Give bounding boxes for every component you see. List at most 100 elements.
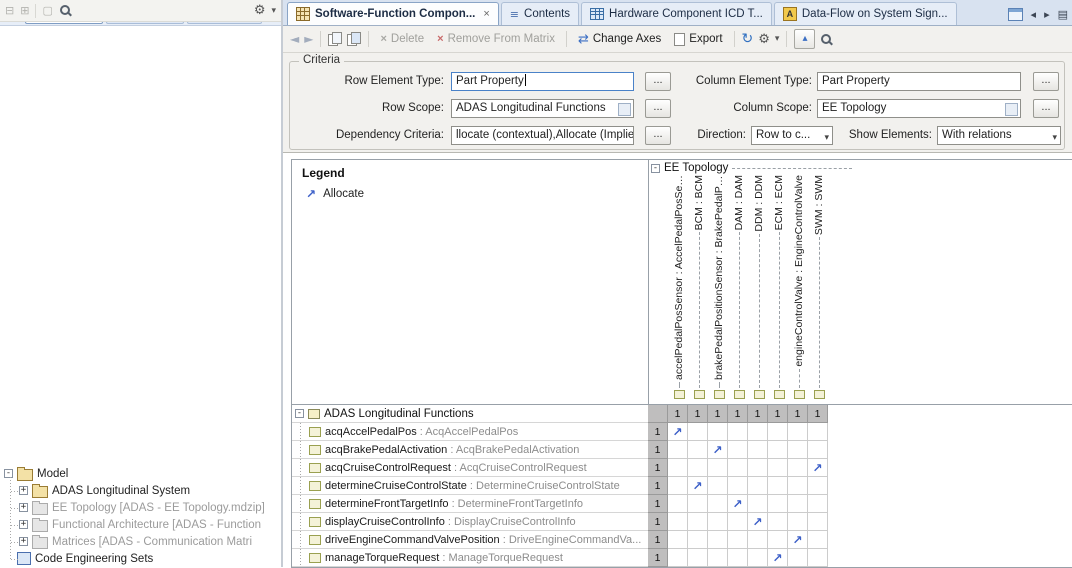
matrix-cell[interactable] [808, 441, 828, 459]
matrix-cell[interactable]: ↗ [748, 513, 768, 531]
row-element-type-input[interactable]: Part Property [451, 72, 634, 91]
matrix-cell[interactable] [708, 423, 728, 441]
matrix-column-header[interactable]: accelPedalPosSensor : AccelPedalPosSenso… [669, 175, 689, 402]
tree-item[interactable]: +ADAS Longitudinal System [0, 482, 281, 499]
search-icon[interactable] [59, 4, 72, 17]
remove-from-matrix-button[interactable]: × Remove From Matrix [433, 31, 559, 47]
matrix-row-label[interactable]: acqBrakePedalActivation : AcqBrakePedalA… [292, 441, 648, 459]
tree-item[interactable]: +EE Topology [ADAS - EE Topology.mdzip] [0, 499, 281, 516]
copy-icon[interactable] [328, 32, 342, 46]
tree-expander-icon[interactable]: + [19, 486, 28, 495]
matrix-cell[interactable] [708, 549, 728, 567]
matrix-cell[interactable] [808, 477, 828, 495]
matrix-cell[interactable]: ↗ [728, 495, 748, 513]
export-button[interactable]: Export [670, 31, 726, 48]
matrix-cell[interactable] [748, 423, 768, 441]
matrix-cell[interactable] [768, 477, 788, 495]
matrix-cell[interactable] [728, 423, 748, 441]
document-tab-hardware-icd-table[interactable]: Hardware Component ICD T... [581, 2, 772, 25]
matrix-cell[interactable] [788, 549, 808, 567]
matrix-cell[interactable] [728, 549, 748, 567]
matrix-cell[interactable] [748, 495, 768, 513]
matrix-column-header[interactable]: DDM : DDM [749, 175, 769, 402]
matrix-cell[interactable] [808, 423, 828, 441]
matrix-cell[interactable] [788, 513, 808, 531]
matrix-cell[interactable] [788, 495, 808, 513]
column-group-label[interactable]: EE Topology [664, 162, 728, 174]
matrix-cell[interactable] [668, 513, 688, 531]
forward-icon[interactable]: ► [304, 33, 313, 45]
matrix-cell[interactable] [788, 477, 808, 495]
matrix-cell[interactable] [748, 477, 768, 495]
matrix-cell[interactable] [688, 531, 708, 549]
delete-button[interactable]: × Delete [376, 31, 428, 47]
row-group-expander-icon[interactable]: - [295, 409, 304, 418]
scroll-tabs-right-icon[interactable]: ▸ [1044, 9, 1050, 20]
tree-expander-icon[interactable]: + [19, 520, 28, 529]
collapse-criteria-button[interactable]: ▴ [794, 29, 815, 49]
tab-list-icon[interactable]: ▤ [1058, 9, 1068, 20]
matrix-cell[interactable] [668, 441, 688, 459]
document-tab-software-function-matrix[interactable]: Software-Function Compon...× [287, 2, 499, 25]
matrix-column-header[interactable]: engineControlValve : EngineControlValve [789, 175, 809, 402]
matrix-cell[interactable] [788, 423, 808, 441]
scroll-tabs-left-icon[interactable]: ◂ [1031, 9, 1037, 20]
close-tab-icon[interactable]: × [483, 8, 489, 20]
document-tab-data-flow[interactable]: AData-Flow on System Sign... [774, 2, 957, 25]
matrix-cell[interactable]: ↗ [808, 459, 828, 477]
matrix-cell[interactable] [668, 531, 688, 549]
matrix-cell[interactable] [688, 513, 708, 531]
open-diagram-icon[interactable]: ▢ [42, 5, 52, 16]
toolbar-gear-caret-icon[interactable]: ▾ [775, 34, 780, 44]
tree-expander-icon[interactable]: + [19, 503, 28, 512]
matrix-row-label[interactable]: acqCruiseControlRequest : AcqCruiseContr… [292, 459, 648, 477]
matrix-cell[interactable] [688, 495, 708, 513]
tree-item[interactable]: -Model [0, 465, 281, 482]
toolbar-search-icon[interactable] [820, 33, 833, 46]
tree-expander-icon[interactable]: + [19, 537, 28, 546]
matrix-cell[interactable]: ↗ [668, 423, 688, 441]
copy-as-image-icon[interactable] [347, 32, 361, 46]
matrix-cell[interactable] [768, 513, 788, 531]
matrix-cell[interactable] [668, 495, 688, 513]
tree-expander-icon[interactable]: - [4, 469, 13, 478]
matrix-row-label[interactable]: manageTorqueRequest : ManageTorqueReques… [292, 549, 648, 567]
tree-item[interactable]: +Matrices [ADAS - Communication Matri [0, 533, 281, 550]
column-scope-input[interactable]: EE Topology [817, 99, 1021, 118]
matrix-cell[interactable] [788, 441, 808, 459]
matrix-cell[interactable] [748, 459, 768, 477]
matrix-cell[interactable] [708, 495, 728, 513]
matrix-column-header[interactable]: BCM : BCM [689, 175, 709, 402]
matrix-cell[interactable] [768, 531, 788, 549]
matrix-cell[interactable] [748, 549, 768, 567]
dependency-criteria-browse-button[interactable]: ... [645, 126, 671, 145]
matrix-cell[interactable] [808, 495, 828, 513]
collapse-all-icon[interactable]: ⊟ [5, 5, 14, 16]
row-scope-browse-button[interactable]: ... [645, 99, 671, 118]
matrix-cell[interactable] [728, 477, 748, 495]
direction-select[interactable]: Row to c...▾ [751, 126, 833, 145]
document-tab-contents[interactable]: ≡Contents [501, 2, 579, 25]
matrix-cell[interactable] [668, 459, 688, 477]
show-elements-select[interactable]: With relations▾ [937, 126, 1061, 145]
matrix-cell[interactable] [728, 441, 748, 459]
matrix-cell[interactable]: ↗ [688, 477, 708, 495]
matrix-cell[interactable] [688, 549, 708, 567]
matrix-cell[interactable] [748, 441, 768, 459]
matrix-row-label[interactable]: driveEngineCommandValvePosition : DriveE… [292, 531, 648, 549]
matrix-cell[interactable] [728, 513, 748, 531]
back-icon[interactable]: ◄ [290, 33, 299, 45]
matrix-cell[interactable] [688, 459, 708, 477]
matrix-row-label[interactable]: determineFrontTargetInfo : DetermineFron… [292, 495, 648, 513]
refresh-icon[interactable]: ↻ [742, 32, 754, 46]
tree-item[interactable]: Code Engineering Sets [0, 550, 281, 567]
matrix-column-header[interactable]: DAM : DAM [729, 175, 749, 402]
scope-chooser-icon[interactable] [1005, 103, 1018, 116]
tree-item[interactable]: +Functional Architecture [ADAS - Functio… [0, 516, 281, 533]
matrix-row-label[interactable]: displayCruiseControlInfo : DisplayCruise… [292, 513, 648, 531]
matrix-column-header[interactable]: ECM : ECM [769, 175, 789, 402]
matrix-cell[interactable] [688, 441, 708, 459]
gear-caret-icon[interactable]: ▾ [271, 6, 276, 16]
matrix-column-header[interactable]: brakePedalPositionSensor : BrakePedalPos… [709, 175, 729, 402]
matrix-cell[interactable] [768, 423, 788, 441]
